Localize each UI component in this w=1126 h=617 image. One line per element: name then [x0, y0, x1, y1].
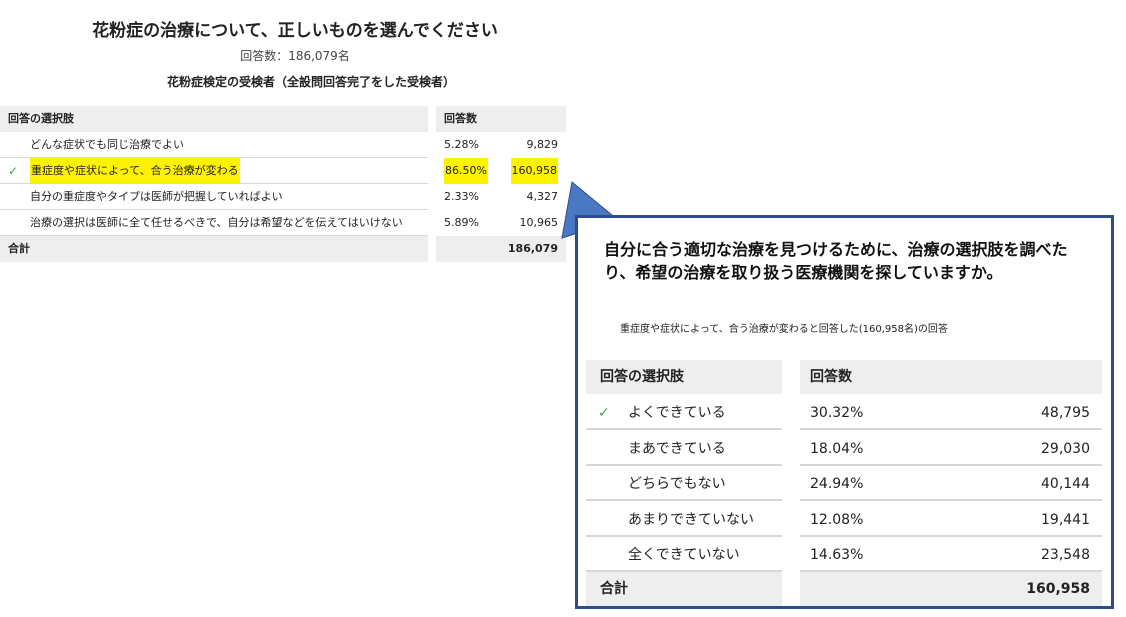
choice-label: 重症度や症状によって、合う治療が変わる	[30, 158, 240, 183]
count-value: 160,958	[510, 158, 558, 184]
percent-value: 18.04%	[810, 440, 864, 457]
choice-label: あまりできていない	[628, 511, 754, 528]
count-cell: 30.32% 48,795	[800, 396, 1102, 430]
followup-callout: 自分に合う適切な治療を見つけるために、治療の選択肢を調べたり、希望の治療を取り扱…	[575, 215, 1114, 609]
check-icon: ✓	[598, 405, 610, 421]
count-cell: 5.28% 9,829	[436, 132, 566, 158]
choice-cell: 治療の選択は医師に全て任せるべきで、自分は希望などを伝えてはいけない	[0, 210, 428, 236]
choice-cell: あまりできていない	[586, 503, 782, 537]
count-cell: 2.33% 4,327	[436, 184, 566, 210]
header-count: 回答数	[800, 360, 1102, 394]
header-count: 回答数	[436, 106, 566, 132]
total-label: 合計	[0, 236, 428, 262]
choice-label: 自分の重症度やタイプは医師が把握していればよい	[30, 190, 283, 203]
percent-value: 30.32%	[810, 405, 864, 421]
choice-cell: 自分の重症度やタイプは医師が把握していればよい	[0, 184, 428, 210]
response-count: 回答数：186,079名	[240, 49, 350, 63]
percent-value: 5.89%	[444, 216, 479, 229]
choice-cell: まあできている	[586, 432, 782, 466]
count-value: 9,829	[526, 138, 559, 151]
choice-cell: ✓ 重症度や症状によって、合う治療が変わる	[0, 158, 428, 184]
percent-value: 12.08%	[810, 511, 864, 528]
choice-label: どちらでもない	[628, 476, 726, 492]
count-cell: 5.89% 10,965	[436, 210, 566, 236]
count-value: 19,441	[1041, 511, 1090, 528]
percent-value: 86.50%	[444, 158, 488, 184]
followup-note: 重症度や症状によって、合う治療が変わると回答した(160,958名)の回答	[620, 324, 948, 335]
choice-cell: どちらでもない	[586, 467, 782, 501]
choice-cell: 全くできていない	[586, 538, 782, 572]
percent-value: 5.28%	[444, 138, 479, 151]
choice-label: どんな症状でも同じ治療でよい	[30, 138, 184, 151]
check-icon: ✓	[8, 164, 19, 178]
count-value: 10,965	[519, 216, 559, 229]
count-cell: 14.63% 23,548	[800, 538, 1102, 572]
total-label: 合計	[586, 572, 782, 606]
choice-label: よくできている	[628, 405, 726, 421]
count-value: 29,030	[1041, 440, 1090, 457]
count-cell: 24.94% 40,144	[800, 467, 1102, 501]
count-cell: 12.08% 19,441	[800, 503, 1102, 537]
choice-label: まあできている	[628, 440, 726, 457]
count-value: 40,144	[1041, 476, 1090, 492]
count-value: 23,548	[1041, 547, 1090, 563]
count-value: 4,327	[526, 190, 559, 203]
header-choice: 回答の選択肢	[0, 106, 428, 132]
total-value: 160,958	[1026, 581, 1090, 597]
count-cell: 86.50% 160,958	[436, 158, 566, 184]
count-cell: 18.04% 29,030	[800, 432, 1102, 466]
total-value: 186,079	[507, 242, 558, 255]
choice-label: 全くできていない	[628, 547, 740, 563]
choice-cell: ✓ よくできている	[586, 396, 782, 430]
chart-title: 花粉症の治療について、正しいものを選んでください	[92, 21, 498, 41]
header-choice: 回答の選択肢	[586, 360, 782, 394]
percent-value: 24.94%	[810, 476, 864, 492]
count-value: 48,795	[1041, 405, 1090, 421]
chart-subtitle: 花粉症検定の受検者（全設問回答完了をした受検者）	[166, 75, 455, 89]
choice-label: 治療の選択は医師に全て任せるべきで、自分は希望などを伝えてはいけない	[30, 216, 403, 229]
choice-cell: どんな症状でも同じ治療でよい	[0, 132, 428, 158]
followup-question: 自分に合う適切な治療を見つけるために、治療の選択肢を調べたり、希望の治療を取り扱…	[604, 240, 1068, 282]
percent-value: 2.33%	[444, 190, 479, 203]
percent-value: 14.63%	[810, 547, 864, 563]
